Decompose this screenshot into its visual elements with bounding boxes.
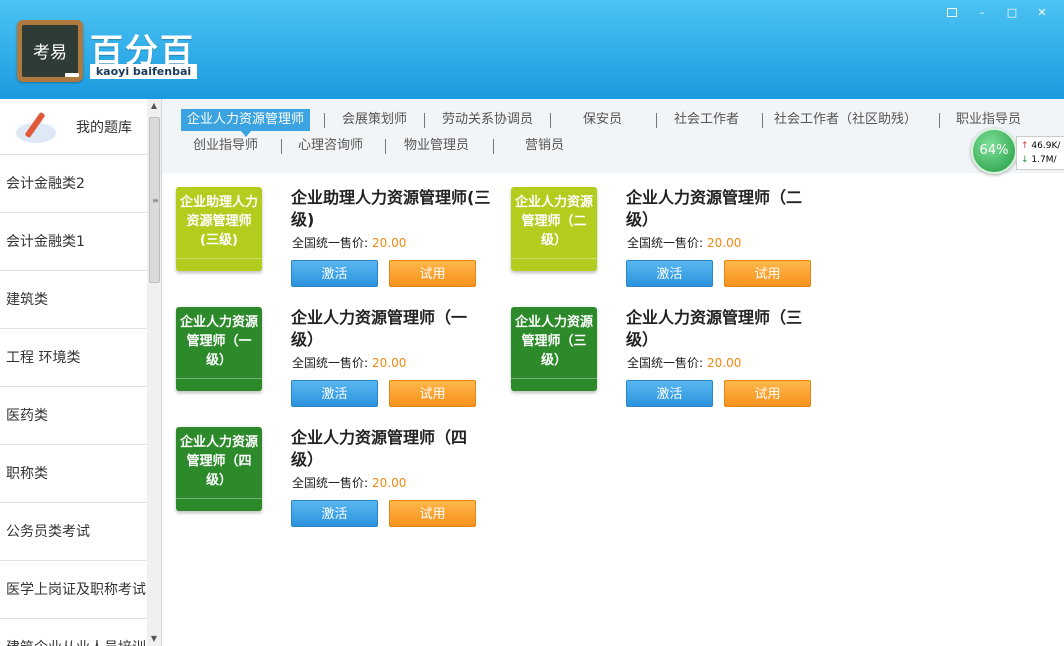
tab-hr-manager[interactable]: 企业人力资源管理师 [181, 109, 311, 137]
course-title: 企业人力资源管理师（二级） [626, 188, 803, 229]
close-button[interactable]: ✕ [1030, 5, 1054, 21]
sidebar-item[interactable]: 工程 环境类 [0, 329, 147, 387]
sidebar-item[interactable]: 会计金融类2 [0, 155, 147, 213]
course-title: 企业人力资源管理师（三级） [626, 308, 803, 349]
category-tabs: 企业人力资源管理师 会展策划师 劳动关系协调员 保安员 社会工作者 社会工作者（… [162, 99, 1064, 173]
download-speed: 1.7M/ [1031, 155, 1057, 165]
tab-divider [939, 113, 940, 128]
course-title: 企业助理人力资源管理师(三级) [291, 188, 491, 229]
tab-security-guard[interactable]: 保安员 [583, 109, 622, 131]
net-monitor-ball[interactable]: 64% [971, 128, 1017, 174]
tab-divider [385, 139, 386, 154]
trial-button[interactable]: 试用 [389, 260, 476, 287]
logo-badge-text: 考易 [22, 25, 78, 77]
sidebar-item[interactable]: 建筑企业从业人员培训 [0, 619, 147, 646]
sidebar-item[interactable]: 建筑类 [0, 271, 147, 329]
window-controls: – □ ✕ [940, 5, 1054, 21]
menu-icon [947, 8, 957, 17]
sidebar-scrollbar[interactable]: ▲ ≡ ▼ [147, 99, 161, 646]
activate-button[interactable]: 激活 [291, 260, 378, 287]
tab-divider [762, 113, 763, 128]
activate-button[interactable]: 激活 [626, 380, 713, 407]
tab-social-worker-disability[interactable]: 社会工作者（社区助残） [774, 109, 917, 131]
maximize-button[interactable]: □ [1000, 5, 1024, 21]
tab-divider [324, 113, 325, 128]
course-price: 全国统一售价: 20.00 [627, 236, 742, 250]
tab-labor-relations[interactable]: 劳动关系协调员 [442, 109, 533, 131]
tab-startup-mentor[interactable]: 创业指导师 [193, 135, 258, 157]
menu-button[interactable] [940, 5, 964, 21]
tab-property-manager[interactable]: 物业管理员 [404, 135, 469, 157]
upload-arrow-icon: ↑ [1021, 141, 1029, 151]
activate-button[interactable]: 激活 [626, 260, 713, 287]
chalk-icon [65, 73, 79, 77]
price-value: 20.00 [372, 356, 407, 370]
scroll-down-icon[interactable]: ▼ [147, 632, 161, 646]
course-price: 全国统一售价: 20.00 [627, 356, 742, 370]
course-title: 企业人力资源管理师（一级） [291, 308, 468, 349]
sidebar-item[interactable]: 会计金融类1 [0, 213, 147, 271]
sidebar-item[interactable]: 职称类 [0, 445, 147, 503]
trial-button[interactable]: 试用 [724, 380, 811, 407]
category-sidebar: 我的题库 会计金融类2 会计金融类1 建筑类 工程 环境类 医药类 职称类 公务… [0, 99, 162, 646]
tab-divider [424, 113, 425, 128]
course-price: 全国统一售价: 20.00 [292, 236, 407, 250]
price-value: 20.00 [707, 236, 742, 250]
course-price: 全国统一售价: 20.00 [292, 476, 407, 490]
course-card: 企业助理人力资源管理师(三级) 企业助理人力资源管理师(三级) 全国统一售价: 2… [176, 187, 506, 287]
price-value: 20.00 [707, 356, 742, 370]
course-cover[interactable]: 企业人力资源管理师（四级） [176, 427, 262, 511]
price-value: 20.00 [372, 476, 407, 490]
tab-divider [493, 139, 494, 154]
scroll-thumb[interactable]: ≡ [149, 117, 160, 283]
course-card: 企业人力资源管理师（一级） 企业人力资源管理师（一级） 全国统一售价: 20.00… [176, 307, 506, 407]
tab-salesperson[interactable]: 营销员 [525, 135, 564, 157]
category-list: 我的题库 会计金融类2 会计金融类1 建筑类 工程 环境类 医药类 职称类 公务… [0, 99, 147, 646]
course-price: 全国统一售价: 20.00 [292, 356, 407, 370]
trial-button[interactable]: 试用 [724, 260, 811, 287]
grip-icon: ≡ [152, 196, 159, 205]
tab-exhibition-planner[interactable]: 会展策划师 [342, 109, 407, 131]
title-bar: 考易 百分百 kaoyi baifenbai – □ ✕ [0, 0, 1064, 99]
tab-social-worker[interactable]: 社会工作者 [674, 109, 739, 131]
trial-button[interactable]: 试用 [389, 380, 476, 407]
activate-button[interactable]: 激活 [291, 500, 378, 527]
course-cover[interactable]: 企业人力资源管理师（三级） [511, 307, 597, 391]
course-card: 企业人力资源管理师（三级） 企业人力资源管理师（三级） 全国统一售价: 20.00… [511, 307, 841, 407]
tab-divider [550, 113, 551, 128]
download-arrow-icon: ↓ [1021, 155, 1029, 165]
upload-speed: 46.9K/ [1031, 141, 1061, 151]
scroll-up-icon[interactable]: ▲ [147, 99, 161, 113]
course-cover[interactable]: 企业人力资源管理师（二级） [511, 187, 597, 271]
sidebar-item[interactable]: 公务员类考试 [0, 503, 147, 561]
trial-button[interactable]: 试用 [389, 500, 476, 527]
course-title: 企业人力资源管理师（四级） [291, 428, 468, 469]
course-card: 企业人力资源管理师（四级） 企业人力资源管理师（四级） 全国统一售价: 20.00… [176, 427, 506, 527]
minimize-button[interactable]: – [970, 5, 994, 21]
my-question-bank[interactable]: 我的题库 [0, 99, 147, 155]
course-cover[interactable]: 企业人力资源管理师（一级） [176, 307, 262, 391]
sidebar-item[interactable]: 医学上岗证及职称考试 [0, 561, 147, 619]
net-speed-panel: ↑ 46.9K/ ↓ 1.7M/ [1016, 136, 1064, 170]
course-cover[interactable]: 企业助理人力资源管理师(三级) [176, 187, 262, 271]
course-card: 企业人力资源管理师（二级） 企业人力资源管理师（二级） 全国统一售价: 20.00… [511, 187, 841, 287]
logo-blackboard: 考易 [17, 20, 83, 82]
pen-paper-icon [14, 109, 60, 145]
app-subtitle: kaoyi baifenbai [90, 64, 197, 79]
price-value: 20.00 [372, 236, 407, 250]
sidebar-item[interactable]: 医药类 [0, 387, 147, 445]
activate-button[interactable]: 激活 [291, 380, 378, 407]
app-window: 考易 百分百 kaoyi baifenbai – □ ✕ 我的题库 会计金融类2… [0, 0, 1064, 646]
tab-psych-counselor[interactable]: 心理咨询师 [298, 135, 363, 157]
tab-divider [656, 113, 657, 128]
tab-divider [281, 139, 282, 154]
my-question-bank-label: 我的题库 [76, 119, 132, 136]
